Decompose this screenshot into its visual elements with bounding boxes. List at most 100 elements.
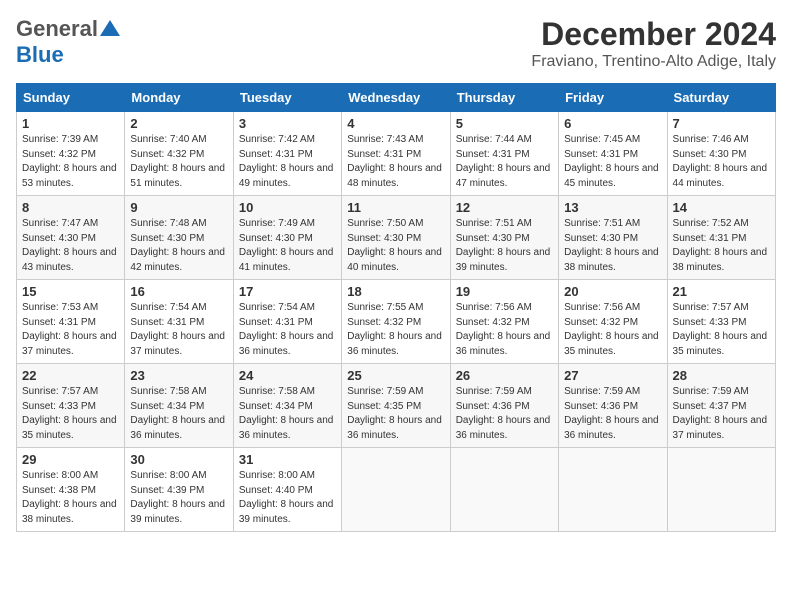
day-info: Sunrise: 7:59 AMSunset: 4:36 PMDaylight:… — [564, 385, 661, 443]
sunset-text: Sunset: 4:40 PM — [239, 485, 313, 496]
table-row: 20 Sunrise: 7:56 AMSunset: 4:32 PMDayligh… — [559, 280, 667, 364]
daylight-text: Daylight: 8 hours and 35 minutes. — [22, 415, 117, 441]
daylight-text: Daylight: 8 hours and 40 minutes. — [347, 247, 442, 273]
day-number: 23 — [130, 368, 227, 383]
sunrise-text: Sunrise: 7:59 AM — [673, 386, 749, 397]
sunset-text: Sunset: 4:34 PM — [239, 401, 313, 412]
logo-general: General — [16, 16, 98, 42]
sunrise-text: Sunrise: 7:49 AM — [239, 218, 315, 229]
sunrise-text: Sunrise: 7:52 AM — [673, 218, 749, 229]
sunset-text: Sunset: 4:36 PM — [564, 401, 638, 412]
day-info: Sunrise: 7:56 AMSunset: 4:32 PMDaylight:… — [564, 301, 661, 359]
daylight-text: Daylight: 8 hours and 35 minutes. — [673, 331, 768, 357]
sunrise-text: Sunrise: 7:54 AM — [130, 302, 206, 313]
daylight-text: Daylight: 8 hours and 38 minutes. — [564, 247, 659, 273]
day-info: Sunrise: 7:58 AMSunset: 4:34 PMDaylight:… — [239, 385, 336, 443]
day-info: Sunrise: 7:46 AMSunset: 4:30 PMDaylight:… — [673, 133, 770, 191]
day-number: 9 — [130, 200, 227, 215]
sunset-text: Sunset: 4:31 PM — [564, 149, 638, 160]
table-row: 7Sunrise: 7:46 AMSunset: 4:30 PMDaylight… — [667, 112, 775, 196]
day-info: Sunrise: 7:39 AMSunset: 4:32 PMDaylight:… — [22, 133, 119, 191]
col-friday: Friday — [559, 84, 667, 112]
table-row: 30Sunrise: 8:00 AMSunset: 4:39 PMDayligh… — [125, 448, 233, 532]
table-row: 22Sunrise: 7:57 AMSunset: 4:33 PMDayligh… — [17, 364, 125, 448]
col-sunday: Sunday — [17, 84, 125, 112]
day-info: Sunrise: 7:43 AMSunset: 4:31 PMDaylight:… — [347, 133, 444, 191]
sunset-text: Sunset: 4:32 PM — [130, 149, 204, 160]
table-row: 3Sunrise: 7:42 AMSunset: 4:31 PMDaylight… — [233, 112, 341, 196]
sunset-text: Sunset: 4:31 PM — [130, 317, 204, 328]
table-row: 9Sunrise: 7:48 AMSunset: 4:30 PMDaylight… — [125, 196, 233, 280]
sunset-text: Sunset: 4:31 PM — [456, 149, 530, 160]
day-info: Sunrise: 7:44 AM Sunset: 4:31 PM Daylight:… — [456, 133, 553, 191]
day-info: Sunrise: 7:53 AMSunset: 4:31 PMDaylight:… — [22, 301, 119, 359]
day-info: Sunrise: 8:00 AMSunset: 4:38 PMDaylight:… — [22, 469, 119, 527]
sunset-text: Sunset: 4:30 PM — [564, 233, 638, 244]
day-number: 13 — [564, 200, 661, 215]
sunset-text: Sunset: 4:31 PM — [347, 149, 421, 160]
sunset-text: Sunset: 4:32 PM — [347, 317, 421, 328]
sunset-text: Sunset: 4:37 PM — [673, 401, 747, 412]
day-number: 20 — [564, 284, 661, 299]
sunset-text: Sunset: 4:30 PM — [130, 233, 204, 244]
daylight-text: Daylight: 8 hours and 39 minutes. — [130, 499, 225, 525]
col-saturday: Saturday — [667, 84, 775, 112]
sunrise-text: Sunrise: 7:44 AM — [456, 134, 532, 145]
table-row — [450, 448, 558, 532]
sunset-text: Sunset: 4:32 PM — [22, 149, 96, 160]
sunrise-text: Sunrise: 7:48 AM — [130, 218, 206, 229]
daylight-text: Daylight: 8 hours and 36 minutes. — [347, 415, 442, 441]
table-row: 5Sunrise: 7:44 AMSunset: 4:31 PMDaylight… — [450, 112, 558, 196]
day-number: 31 — [239, 452, 336, 467]
day-info: Sunrise: 7:48 AMSunset: 4:30 PMDaylight:… — [130, 217, 227, 275]
table-row: 12Sunrise: 7:51 AMSunset: 4:30 PMDayligh… — [450, 196, 558, 280]
table-row: 18Sunrise: 7:55 AMSunset: 4:32 PMDayligh… — [342, 280, 450, 364]
sunrise-text: Sunrise: 8:00 AM — [239, 470, 315, 481]
title-area: December 2024 Fraviano, Trentino-Alto Ad… — [531, 16, 776, 71]
day-number: 12 — [456, 200, 553, 215]
sunrise-text: Sunrise: 7:59 AM — [347, 386, 423, 397]
day-number: 28 — [673, 368, 770, 383]
logo-blue: Blue — [16, 42, 64, 67]
table-row: 14Sunrise: 7:52 AMSunset: 4:31 PMDayligh… — [667, 196, 775, 280]
day-info: Sunrise: 7:54 AMSunset: 4:31 PMDaylight:… — [239, 301, 336, 359]
table-row: 31Sunrise: 8:00 AMSunset: 4:40 PMDayligh… — [233, 448, 341, 532]
calendar-header-row: Sunday Monday Tuesday Wednesday Thursday… — [17, 84, 776, 112]
table-row: 25Sunrise: 7:59 AMSunset: 4:35 PMDayligh… — [342, 364, 450, 448]
table-row: 4Sunrise: 7:43 AMSunset: 4:31 PMDaylight… — [342, 112, 450, 196]
day-number: 16 — [130, 284, 227, 299]
day-number: 25 — [347, 368, 444, 383]
day-info: Sunrise: 7:55 AM Sunset: 4:32 PM Daylight:… — [347, 301, 444, 359]
day-info: Sunrise: 7:51 AM Sunset: 4:30 PM Daylight:… — [564, 217, 661, 275]
day-number: 26 — [456, 368, 553, 383]
table-row — [667, 448, 775, 532]
day-number: 8 — [22, 200, 119, 215]
table-row: 6Sunrise: 7:45 AMSunset: 4:31 PMDaylight… — [559, 112, 667, 196]
day-info: Sunrise: 7:45 AMSunset: 4:31 PMDaylight:… — [564, 133, 661, 191]
day-info: Sunrise: 7:42 AMSunset: 4:31 PMDaylight:… — [239, 133, 336, 191]
daylight-text: Daylight: 8 hours and 37 minutes. — [22, 331, 117, 357]
day-number: 1 — [22, 116, 119, 131]
col-tuesday: Tuesday — [233, 84, 341, 112]
week-row-1: 1 Sunrise: 7:39 AMSunset: 4:32 PMDaylight… — [17, 112, 776, 196]
daylight-text: Daylight: 8 hours and 47 minutes. — [456, 163, 551, 189]
sunset-text: Sunset: 4:31 PM — [673, 233, 747, 244]
sunrise-text: Sunrise: 8:00 AM — [22, 470, 98, 481]
sunrise-text: Sunrise: 7:55 AM — [347, 302, 423, 313]
week-row-2: 8 Sunrise: 7:47 AMSunset: 4:30 PMDaylight… — [17, 196, 776, 280]
col-thursday: Thursday — [450, 84, 558, 112]
sunset-text: Sunset: 4:39 PM — [130, 485, 204, 496]
sunset-text: Sunset: 4:31 PM — [239, 149, 313, 160]
day-info: Sunrise: 7:59 AMSunset: 4:37 PMDaylight:… — [673, 385, 770, 443]
table-row: 16Sunrise: 7:54 AMSunset: 4:31 PMDayligh… — [125, 280, 233, 364]
daylight-text: Daylight: 8 hours and 36 minutes. — [456, 415, 551, 441]
sunrise-text: Sunrise: 7:58 AM — [130, 386, 206, 397]
sunrise-text: Sunrise: 7:51 AM — [564, 218, 640, 229]
sunrise-text: Sunrise: 7:57 AM — [22, 386, 98, 397]
day-number: 19 — [456, 284, 553, 299]
day-info: Sunrise: 7:47 AMSunset: 4:30 PMDaylight:… — [22, 217, 119, 275]
sunrise-text: Sunrise: 7:51 AM — [456, 218, 532, 229]
daylight-text: Daylight: 8 hours and 49 minutes. — [239, 163, 334, 189]
day-info: Sunrise: 7:52 AMSunset: 4:31 PMDaylight:… — [673, 217, 770, 275]
daylight-text: Daylight: 8 hours and 36 minutes. — [347, 331, 442, 357]
